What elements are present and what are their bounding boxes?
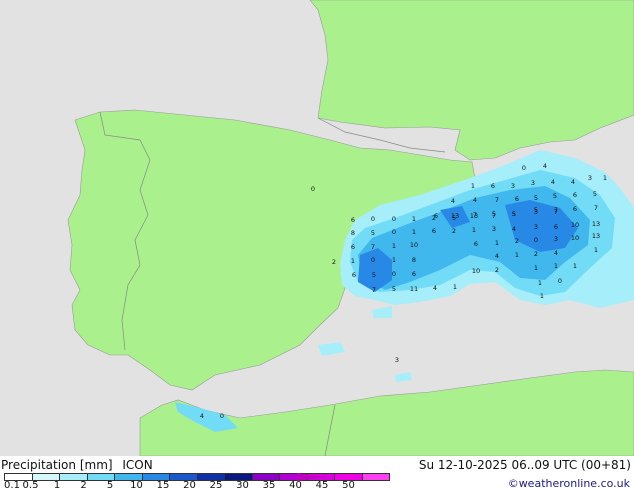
precip-value: 3: [534, 208, 538, 216]
precip-value: 5: [553, 192, 557, 200]
map-svg: 0 43 11 6 3 3 4 44 4 7 6 5 5 6 506 513 7 5 5 7 6 76 0 0 1 2 5 13 7 5 3…: [0, 0, 634, 456]
precip-value: 1: [471, 182, 475, 190]
precip-value: 6: [474, 240, 478, 248]
precip-value: 2: [495, 266, 499, 274]
precip-value: 7: [371, 243, 375, 251]
precip-value: 3: [534, 223, 538, 231]
precip-value: 1: [538, 279, 542, 287]
precip-value: 11: [410, 285, 418, 293]
precip-value: 7: [594, 204, 598, 212]
precip-value: 1: [594, 246, 598, 254]
precip-value: 1: [351, 257, 355, 265]
precip-value: 10: [571, 234, 579, 242]
precip-value: 10: [571, 221, 579, 229]
color-scale-bar: [4, 473, 390, 481]
precip-value: 1: [540, 292, 544, 300]
legend-title: Precipitation [mm] ICON: [1, 458, 153, 472]
precip-value: 2: [515, 237, 519, 245]
precip-value: 10: [410, 241, 418, 249]
precip-value: 13: [592, 232, 600, 240]
precip-value: 10: [472, 267, 480, 275]
precip-value: 0: [534, 236, 538, 244]
precip-value: 1: [495, 239, 499, 247]
precip-value: 6: [573, 205, 577, 213]
precip-value: 0: [371, 256, 375, 264]
precip-value: 7: [495, 196, 499, 204]
precip-value: 1: [472, 226, 476, 234]
precip-value: 6: [412, 270, 416, 278]
precip-value: 7: [372, 286, 376, 294]
precip-value: 0: [371, 215, 375, 223]
precip-value: 3: [492, 225, 496, 233]
precip-value: 3: [554, 235, 558, 243]
precip-value: 0: [522, 164, 526, 172]
precip-value: 0: [392, 215, 396, 223]
precip-value: 5: [534, 194, 538, 202]
precip-value: 4: [433, 284, 437, 292]
precip-value: 2: [452, 227, 456, 235]
precip-value: 0: [392, 228, 396, 236]
precip-value: 4: [200, 412, 204, 420]
precip-value: 4: [551, 178, 555, 186]
precip-value: 1: [412, 215, 416, 223]
precip-value: 1: [392, 256, 396, 264]
precip-value: 13: [470, 212, 478, 220]
precip-value: 0: [558, 277, 562, 285]
precip-value: 13: [592, 220, 600, 228]
precip-value: 5: [392, 285, 396, 293]
precip-value: 4: [512, 225, 516, 233]
precip-value: 0: [392, 270, 396, 278]
precip-value: 4: [473, 196, 477, 204]
precip-value: 0: [220, 412, 224, 420]
precip-value: 6: [351, 216, 355, 224]
precip-value: 2: [534, 250, 538, 258]
precip-value: 3: [588, 174, 592, 182]
model-name: ICON: [122, 458, 153, 472]
credit-text: ©weatheronline.co.uk: [507, 477, 630, 490]
precip-value: 1: [573, 262, 577, 270]
precip-value: 4: [554, 249, 558, 257]
precip-value: 1: [453, 283, 457, 291]
precip-value: 6: [554, 223, 558, 231]
precip-value: 2: [332, 258, 336, 266]
precip-value: 7: [492, 212, 496, 220]
precip-value: 5: [372, 271, 376, 279]
precip-value: 3: [531, 179, 535, 187]
precip-value: 5: [512, 210, 516, 218]
scale-swatch: [361, 473, 390, 481]
precip-value: 1: [392, 242, 396, 250]
precip-value: 4: [543, 162, 547, 170]
precip-value: 4: [451, 197, 455, 205]
precip-value: 6: [573, 191, 577, 199]
precip-value: 8: [351, 229, 355, 237]
precip-value: 1: [554, 262, 558, 270]
legend-panel: Precipitation [mm] ICON Su 12-10-2025 06…: [0, 456, 634, 491]
precip-value: 3: [395, 356, 399, 364]
precip-value: 5: [371, 229, 375, 237]
map-canvas: 0 4 3 1 1 6 3 3 4 4 4 4 7 6 5 5 6 5 0 6 5 13 7 5 5 7 6 7 6 0 0 1 2 5 13 7 5 3…: [0, 0, 634, 456]
precip-value: 1: [603, 174, 607, 182]
precip-value: 6: [491, 182, 495, 190]
precip-value: 1: [412, 228, 416, 236]
precip-value: 1: [534, 264, 538, 272]
precip-value: 6: [515, 195, 519, 203]
forecast-datetime: Su 12-10-2025 06..09 UTC (00+81): [418, 458, 631, 472]
precip-value: 6: [352, 271, 356, 279]
precip-value: 2: [432, 214, 436, 222]
precip-value: 4: [495, 252, 499, 260]
legend-title-text: Precipitation [mm]: [1, 458, 113, 472]
precip-value: 3: [511, 182, 515, 190]
precip-value: 8: [412, 256, 416, 264]
precip-value: 6: [351, 243, 355, 251]
precip-value: 5: [593, 190, 597, 198]
precip-value: 0: [311, 185, 315, 193]
precip-value: 7: [554, 208, 558, 216]
precip-value: 6: [432, 227, 436, 235]
precip-value: 1: [515, 251, 519, 259]
precip-value: 4: [571, 178, 575, 186]
precip-value: 5: [452, 214, 456, 222]
